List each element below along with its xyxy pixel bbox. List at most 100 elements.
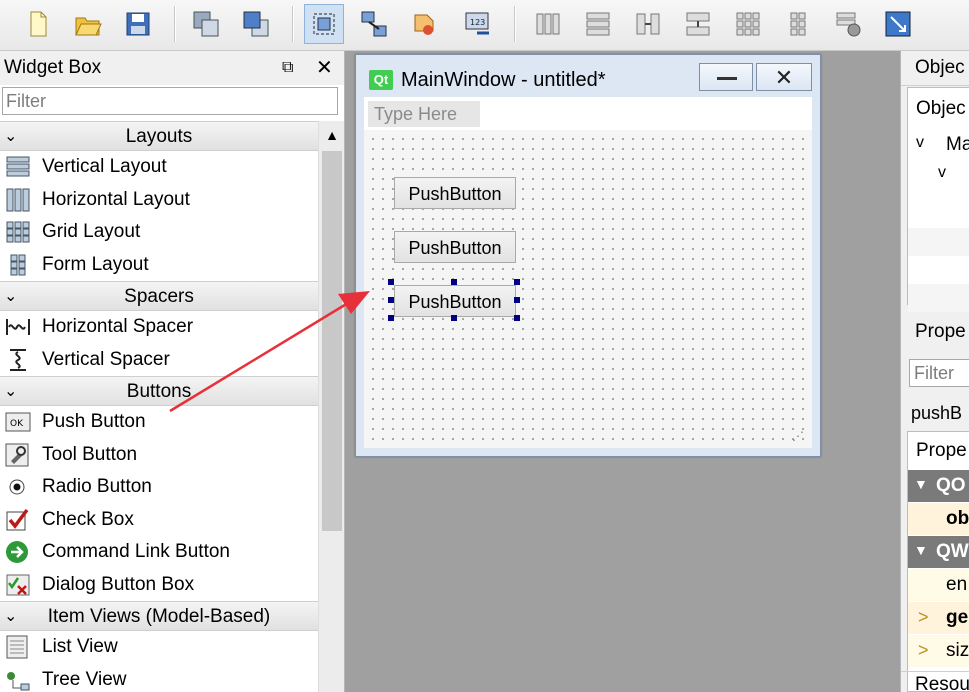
- widget-item[interactable]: Form Layout: [0, 249, 318, 282]
- object-tree-header: Objec: [916, 98, 966, 119]
- layout-grid-icon[interactable]: [728, 4, 768, 44]
- widget-item-label: Dialog Button Box: [42, 573, 195, 595]
- selection-handle[interactable]: [388, 279, 394, 285]
- category-header[interactable]: ⌄ Spacers: [0, 281, 318, 311]
- widget-item-label: Vertical Spacer: [42, 348, 170, 370]
- property-column-header: Prope: [916, 440, 967, 461]
- scroll-thumb[interactable]: [322, 151, 342, 531]
- property-category-label: QO: [936, 475, 966, 496]
- layout-horizontal-splitter-icon[interactable]: [628, 4, 668, 44]
- layout-form-icon[interactable]: [778, 4, 818, 44]
- push-button-1[interactable]: PushButton: [394, 177, 516, 209]
- form-close-button[interactable]: ✕: [756, 63, 812, 91]
- widget-item[interactable]: List View: [0, 631, 318, 664]
- edit-buddies-icon[interactable]: [404, 4, 444, 44]
- selection-handle[interactable]: [451, 279, 457, 285]
- category-label: Spacers: [124, 286, 194, 307]
- object-inspector-title: Objec: [915, 57, 965, 78]
- property-row[interactable]: en: [908, 569, 969, 601]
- property-name: ge: [946, 607, 969, 628]
- form-window[interactable]: Qt MainWindow - untitled* ✕ Type Here Pu…: [355, 54, 821, 457]
- property-category-row[interactable]: ▼ QO: [908, 470, 969, 502]
- edit-widgets-icon[interactable]: [304, 4, 344, 44]
- scroll-up-icon[interactable]: ▲: [319, 121, 344, 147]
- break-layout-icon[interactable]: [828, 4, 868, 44]
- command-link-icon: [5, 540, 31, 564]
- object-tree-row[interactable]: Ma: [946, 134, 969, 156]
- minimize-button[interactable]: [699, 63, 753, 91]
- close-icon[interactable]: ✕: [316, 55, 333, 80]
- send-to-back-icon[interactable]: [186, 4, 226, 44]
- tree-row-stripe: [908, 284, 969, 312]
- widget-item[interactable]: OK Push Button: [0, 406, 318, 439]
- property-table[interactable]: Prope ▼ QO ob ▼ QW en > ge > siz: [907, 431, 969, 692]
- resize-grip-icon[interactable]: ⋰: [792, 429, 804, 443]
- property-row[interactable]: > siz: [908, 635, 969, 667]
- property-table-header: Prope: [908, 432, 969, 471]
- widget-item[interactable]: Command Link Button: [0, 536, 318, 569]
- widget-list: ⌄ Layouts Vertical Layout Horizontal Layout…: [0, 121, 318, 692]
- widget-item[interactable]: Grid Layout: [0, 216, 318, 249]
- expand-arrow-icon[interactable]: >: [918, 640, 929, 661]
- bring-to-front-icon[interactable]: [236, 4, 276, 44]
- widget-item[interactable]: Tree View: [0, 664, 318, 692]
- category-header[interactable]: ⌄ Layouts: [0, 121, 318, 151]
- selection-handle[interactable]: [514, 297, 520, 303]
- object-inspector-titlebar: Objec: [901, 51, 969, 86]
- edit-signals-slots-icon[interactable]: [354, 4, 394, 44]
- selection-handle[interactable]: [388, 297, 394, 303]
- open-file-icon[interactable]: [68, 4, 108, 44]
- widget-filter-input[interactable]: [2, 87, 338, 115]
- widget-item[interactable]: Horizontal Spacer: [0, 311, 318, 344]
- category-header[interactable]: ⌄ Buttons: [0, 376, 318, 406]
- expand-chevron-icon[interactable]: v: [916, 134, 924, 152]
- vertical-layout-icon: [5, 155, 31, 179]
- property-row[interactable]: ob: [908, 503, 969, 535]
- property-row[interactable]: > ge: [908, 602, 969, 634]
- object-tree[interactable]: Objec v Ma v: [907, 87, 969, 312]
- widget-list-scrollbar[interactable]: ▲: [318, 121, 344, 692]
- category-label: Layouts: [125, 126, 193, 147]
- float-icon[interactable]: ⧉: [282, 59, 293, 77]
- form-menubar: Type Here: [364, 97, 812, 130]
- expand-arrow-icon[interactable]: >: [918, 607, 929, 628]
- selection-handle[interactable]: [451, 315, 457, 321]
- horizontal-layout-icon: [5, 188, 31, 212]
- layout-vertical-icon[interactable]: [578, 4, 618, 44]
- widget-item[interactable]: Tool Button: [0, 439, 318, 472]
- widget-item[interactable]: Vertical Spacer: [0, 344, 318, 377]
- edit-tab-order-icon[interactable]: 123: [458, 4, 498, 44]
- category-header[interactable]: ⌄ Item Views (Model-Based): [0, 601, 318, 631]
- layout-vertical-splitter-icon[interactable]: [678, 4, 718, 44]
- save-icon[interactable]: [118, 4, 158, 44]
- widget-box-panel: Widget Box ⧉ ✕ ⌄Layouts Vertical Layout Ho…: [0, 51, 345, 692]
- property-category-label: QW: [936, 541, 969, 562]
- adjust-size-icon[interactable]: [878, 4, 918, 44]
- new-file-icon[interactable]: [18, 4, 58, 44]
- selection-handle[interactable]: [514, 315, 520, 321]
- type-here-menu[interactable]: Type Here: [368, 101, 480, 127]
- expand-chevron-icon[interactable]: v: [938, 164, 946, 182]
- collapse-chevron-icon[interactable]: ▼: [914, 542, 928, 558]
- push-button-3-selected[interactable]: PushButton: [394, 285, 516, 317]
- property-name: en: [946, 574, 968, 595]
- property-filter-input[interactable]: Filter: [909, 359, 969, 387]
- form-canvas[interactable]: PushButton PushButton PushButton: [364, 130, 812, 448]
- widget-box-title: Widget Box: [4, 57, 102, 78]
- property-editor-titlebar: Prope: [901, 315, 969, 349]
- widget-item[interactable]: Horizontal Layout: [0, 184, 318, 217]
- widget-item[interactable]: Vertical Layout: [0, 151, 318, 184]
- property-editor-title: Prope: [915, 321, 966, 342]
- minimize-icon: [717, 77, 737, 80]
- right-dock: Objec Objec v Ma v Prope Filter pushB Pr…: [900, 51, 969, 692]
- selection-handle[interactable]: [514, 279, 520, 285]
- widget-item[interactable]: Radio Button: [0, 471, 318, 504]
- push-button-2[interactable]: PushButton: [394, 231, 516, 263]
- widget-item[interactable]: Check Box: [0, 504, 318, 537]
- property-category-row[interactable]: ▼ QW: [908, 536, 969, 568]
- layout-horizontal-icon[interactable]: [528, 4, 568, 44]
- collapse-chevron-icon[interactable]: ▼: [914, 476, 928, 492]
- widget-item-label: Tool Button: [42, 443, 138, 465]
- widget-item[interactable]: Dialog Button Box: [0, 569, 318, 602]
- selection-handle[interactable]: [388, 315, 394, 321]
